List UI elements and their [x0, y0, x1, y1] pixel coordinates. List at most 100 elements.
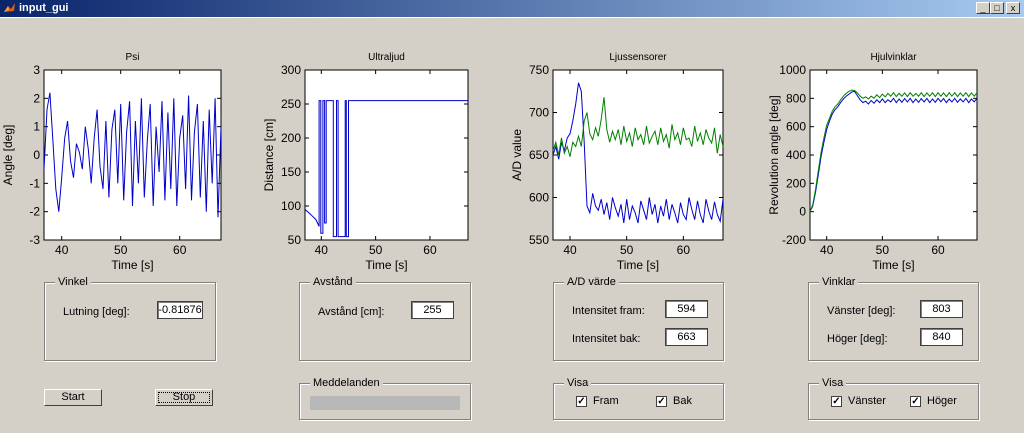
y-tick-label: 0	[33, 148, 40, 162]
y-tick-label: 1	[33, 120, 40, 134]
y-tick-label: -1	[29, 176, 40, 190]
intensitet-bak-field[interactable]: 663	[665, 328, 708, 346]
close-button[interactable]: x	[1006, 2, 1020, 14]
visa-hjul-panel-title: Visa	[819, 377, 847, 389]
y-tick-label: -3	[29, 233, 40, 247]
plot-title: Hjulvinklar	[870, 52, 917, 63]
stop-button[interactable]: Stop	[155, 389, 213, 406]
visa-hjul-panel: Visa ✓ Vänster ✓ Höger	[808, 377, 979, 420]
vanster-field[interactable]: 803	[920, 300, 963, 318]
y-tick-label: -200	[782, 233, 806, 247]
plot-ljussensorer: Ljussensorer 40 50 60 550 600 650 700 750 Time [s…	[500, 40, 740, 275]
x-tick-label: 60	[173, 243, 187, 257]
ad-varde-panel-title: A/D värde	[564, 276, 619, 288]
x-tick-label: 40	[563, 243, 577, 257]
vanster-label: Vänster [deg]:	[827, 305, 896, 317]
y-axis-label: A/D value	[510, 129, 524, 181]
x-tick-label: 50	[369, 243, 383, 257]
hoger-checkbox-label: Höger	[927, 395, 957, 407]
x-tick-label: 60	[931, 243, 945, 257]
plot-hjulvinklar: Hjulvinklar 40 50 60 -200 0 200 400 600 800 1000 Ti…	[750, 40, 1000, 275]
vinkel-panel: Vinkel Lutning [deg]: -0.81876	[44, 276, 216, 361]
title-bar: input_gui _ □ x	[0, 0, 1024, 17]
avstand-panel-title: Avstånd	[310, 276, 356, 288]
intensitet-bak-label: Intensitet bak:	[572, 333, 641, 345]
x-tick-label: 50	[114, 243, 128, 257]
plot-psi: Psi 40 50 60 -3 -2 -1 0 1 2 3 Time [s] Angle [deg]	[0, 40, 240, 275]
check-icon: ✓	[831, 395, 842, 407]
y-tick-label: 600	[786, 120, 806, 134]
avstand-field[interactable]: 255	[411, 301, 454, 319]
y-tick-label: 150	[281, 165, 301, 179]
vinklar-panel-title: Vinklar	[819, 276, 859, 288]
fram-checkbox-label: Fram	[593, 395, 619, 407]
visa-ljus-panel: Visa ✓ Fram ✓ Bak	[553, 377, 724, 420]
fram-checkbox[interactable]: ✓ Fram	[576, 395, 619, 407]
x-axis-label: Time [s]	[365, 258, 407, 272]
plot-title: Psi	[126, 52, 140, 63]
plot-ultraljud: Ultraljud 40 50 60 50 100 150 200 250 300 Time [s]…	[250, 40, 480, 275]
y-tick-label: 250	[281, 97, 301, 111]
hoger-field[interactable]: 840	[920, 328, 963, 346]
message-area	[310, 396, 460, 410]
check-icon: ✓	[656, 395, 667, 407]
y-tick-label: 100	[281, 199, 301, 213]
matlab-icon	[4, 3, 15, 12]
lutning-field[interactable]: -0.81876	[157, 301, 203, 319]
y-tick-label: 1000	[779, 63, 806, 77]
x-tick-label: 60	[677, 243, 691, 257]
bak-checkbox-label: Bak	[673, 395, 692, 407]
plot-title: Ultraljud	[368, 52, 405, 63]
x-tick-label: 40	[55, 243, 69, 257]
plot-title: Ljussensorer	[609, 52, 667, 63]
bak-checkbox[interactable]: ✓ Bak	[656, 395, 692, 407]
x-tick-label: 40	[315, 243, 329, 257]
check-icon: ✓	[910, 395, 921, 407]
hoger-checkbox[interactable]: ✓ Höger	[910, 395, 957, 407]
avstand-label: Avstånd [cm]:	[318, 306, 385, 318]
y-tick-label: 800	[786, 91, 806, 105]
y-tick-label: 300	[281, 63, 301, 77]
y-tick-label: 2	[33, 91, 40, 105]
window-title: input_gui	[19, 2, 69, 14]
minimize-button[interactable]: _	[976, 2, 990, 14]
x-tick-label: 60	[423, 243, 437, 257]
y-tick-label: 3	[33, 63, 40, 77]
y-axis-label: Revolution angle [deg]	[767, 95, 781, 214]
ad-varde-panel: A/D värde Intensitet fram: 594 Intensite…	[553, 276, 724, 361]
x-tick-label: 40	[820, 243, 834, 257]
avstand-panel: Avstånd Avstånd [cm]: 255	[299, 276, 471, 361]
intensitet-fram-field[interactable]: 594	[665, 300, 708, 318]
y-tick-label: 600	[529, 191, 549, 205]
y-tick-label: 700	[529, 106, 549, 120]
y-tick-label: 650	[529, 148, 549, 162]
check-icon: ✓	[576, 395, 587, 407]
intensitet-fram-label: Intensitet fram:	[572, 305, 645, 317]
y-tick-label: 200	[281, 131, 301, 145]
hoger-label: Höger [deg]:	[827, 333, 888, 345]
vinklar-panel: Vinklar Vänster [deg]: 803 Höger [deg]: …	[808, 276, 979, 361]
x-axis-label: Time [s]	[111, 258, 153, 272]
y-tick-label: 400	[786, 148, 806, 162]
maximize-button[interactable]: □	[990, 2, 1004, 14]
plot-area	[552, 69, 724, 241]
plot-area	[304, 69, 469, 241]
visa-ljus-panel-title: Visa	[564, 377, 592, 389]
lutning-label: Lutning [deg]:	[63, 306, 130, 318]
start-button[interactable]: Start	[44, 389, 102, 406]
vanster-checkbox-label: Vänster	[848, 395, 886, 407]
y-tick-label: 50	[288, 233, 302, 247]
y-tick-label: 0	[799, 205, 806, 219]
y-tick-label: 200	[786, 176, 806, 190]
meddelanden-panel-title: Meddelanden	[310, 377, 383, 389]
vinkel-panel-title: Vinkel	[55, 276, 91, 288]
y-axis-label: Angle [deg]	[1, 125, 15, 186]
y-axis-label: Distance [cm]	[262, 119, 276, 192]
x-axis-label: Time [s]	[872, 258, 914, 272]
y-tick-label: 550	[529, 233, 549, 247]
vanster-checkbox[interactable]: ✓ Vänster	[831, 395, 886, 407]
meddelanden-panel: Meddelanden	[299, 377, 471, 420]
x-axis-label: Time [s]	[617, 258, 659, 272]
y-tick-label: -2	[29, 205, 40, 219]
x-tick-label: 50	[876, 243, 890, 257]
